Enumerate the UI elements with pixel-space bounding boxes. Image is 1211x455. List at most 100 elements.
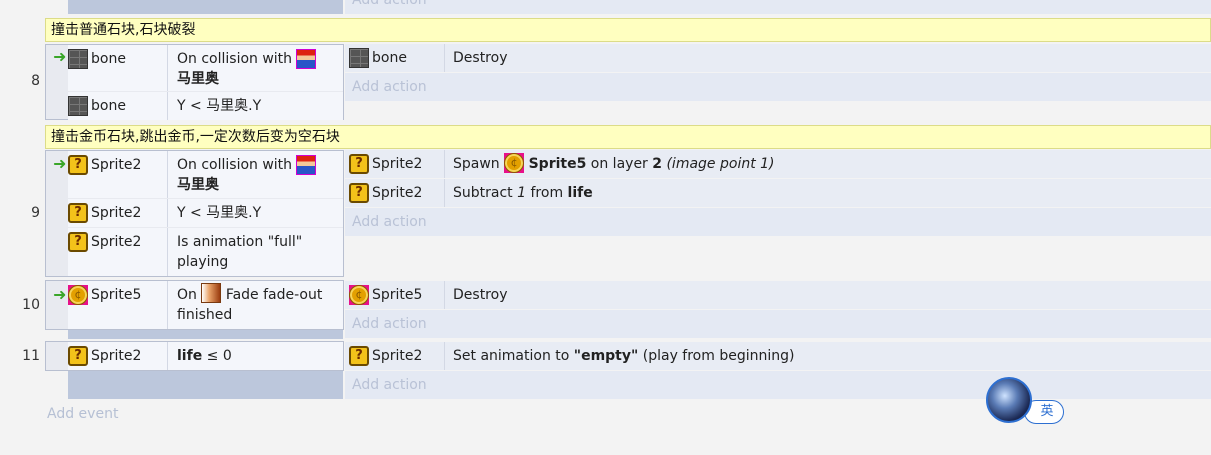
add-action-11[interactable]: Add action <box>345 371 1211 399</box>
condition-text: Is animation "full" playing <box>177 234 303 270</box>
on-label: On <box>177 287 197 303</box>
condition-label: On collision with <box>177 51 293 67</box>
add-action-label: Add action <box>352 79 427 95</box>
question-block-icon: ? <box>68 203 88 223</box>
add-action-8[interactable]: Add action <box>345 73 1211 101</box>
condition-object[interactable]: ? Sprite2 <box>68 228 168 276</box>
action-object[interactable]: ? Sprite2 <box>345 150 445 178</box>
condition-object[interactable]: bone <box>68 92 168 120</box>
object-name: Sprite2 <box>91 157 142 173</box>
condition-object[interactable]: ? Sprite2 <box>68 342 168 370</box>
trigger-arrow-icon: ➜ <box>53 285 67 304</box>
action-text: Subtract 1 from life <box>453 179 593 207</box>
add-action-label: Add action <box>352 316 427 332</box>
action-text: Set animation to "empty" (play from begi… <box>453 342 794 370</box>
action-object[interactable]: ? Sprite2 <box>345 179 445 207</box>
action-text: Destroy <box>453 287 508 303</box>
question-block-icon: ? <box>68 155 88 175</box>
coin-sprite-icon: ¢ <box>68 285 88 305</box>
object-name: Sprite2 <box>91 348 142 364</box>
condition-label: Fade fade-out finished <box>177 287 323 323</box>
from-label: from <box>530 185 564 201</box>
object-name: bone <box>372 50 407 66</box>
condition-object[interactable]: bone <box>68 45 168 91</box>
event-gutter <box>68 371 343 399</box>
object-name: Sprite2 <box>372 156 423 172</box>
object-name: Sprite2 <box>91 234 142 250</box>
action-suffix: (play from beginning) <box>642 348 795 364</box>
add-action-9[interactable]: Add action <box>345 208 1211 236</box>
action-row[interactable]: ¢ Sprite5 Destroy <box>345 281 1211 310</box>
condition-object[interactable]: ? Sprite2 <box>68 151 168 198</box>
object-name: bone <box>91 51 126 67</box>
action-object[interactable]: ? Sprite2 <box>345 342 445 370</box>
question-block-icon: ? <box>349 154 369 174</box>
object-name: Sprite5 <box>372 287 423 303</box>
event-number-8: 8 <box>31 73 40 89</box>
subtract-amount: 1 <box>517 185 527 201</box>
action-row[interactable]: ? Sprite2 Set animation to "empty" (play… <box>345 342 1211 371</box>
condition-object[interactable]: ¢ Sprite5 <box>68 281 168 329</box>
condition-text: Y < 马里奥.Y <box>177 98 262 114</box>
bone-sprite-icon <box>349 48 369 68</box>
on-layer-label: on layer <box>590 156 648 172</box>
question-block-icon: ? <box>349 346 369 366</box>
object-name: Sprite2 <box>372 185 423 201</box>
spawn-object: Sprite5 <box>528 156 587 172</box>
condition-text: On Fade fade-out finished <box>177 281 337 325</box>
condition-row[interactable]: ? Sprite2 life ≤ 0 <box>68 342 343 370</box>
layer-number: 2 <box>652 156 663 172</box>
add-action-prev[interactable]: Add action <box>345 0 1211 14</box>
condition-row[interactable]: ¢ Sprite5 On Fade fade-out finished <box>68 281 343 329</box>
event-number-10: 10 <box>22 297 40 313</box>
object-name: Sprite2 <box>372 348 423 364</box>
condition-row[interactable]: ? Sprite2 On collision with 马里奥 <box>68 151 343 198</box>
bone-sprite-icon <box>68 49 88 69</box>
mario-sprite-icon <box>296 155 316 175</box>
action-row[interactable]: bone Destroy <box>345 44 1211 73</box>
action-object[interactable]: bone <box>345 44 445 72</box>
action-verb: Subtract <box>453 185 513 201</box>
comparison: ≤ 0 <box>206 348 232 364</box>
condition-target: 马里奥 <box>177 71 219 87</box>
object-name: Sprite2 <box>91 205 142 221</box>
variable-name: life <box>177 348 203 364</box>
action-text: Destroy <box>453 50 508 66</box>
question-block-icon: ? <box>349 183 369 203</box>
action-object[interactable]: ¢ Sprite5 <box>345 281 445 309</box>
object-name: Sprite5 <box>91 287 142 303</box>
question-block-icon: ? <box>68 232 88 252</box>
user-avatar[interactable] <box>986 377 1032 423</box>
coin-sprite-icon: ¢ <box>349 285 369 305</box>
action-text: Spawn ¢ Sprite5 on layer 2 (image point … <box>453 150 775 178</box>
event-number-9: 9 <box>31 205 40 221</box>
condition-row[interactable]: bone On collision with 马里奥 <box>68 45 343 91</box>
condition-row[interactable]: ? Sprite2 Is animation "full" playing <box>68 228 343 276</box>
add-action-10[interactable]: Add action <box>345 310 1211 338</box>
question-block-icon: ? <box>68 346 88 366</box>
condition-object[interactable]: ? Sprite2 <box>68 199 168 227</box>
trigger-arrow-icon: ➜ <box>53 154 67 173</box>
mario-sprite-icon <box>296 49 316 69</box>
action-verb: Set animation to <box>453 348 570 364</box>
event-comment-8[interactable]: 撞击普通石块,石块破裂 <box>45 18 1211 42</box>
condition-text: On collision with 马里奥 <box>177 45 337 89</box>
action-verb: Spawn <box>453 156 500 172</box>
prev-event-gutter <box>68 0 343 14</box>
condition-target: 马里奥 <box>177 177 219 193</box>
condition-text: On collision with 马里奥 <box>177 151 337 195</box>
condition-row[interactable]: bone Y < 马里奥.Y <box>68 92 343 120</box>
action-row[interactable]: ? Sprite2 Spawn ¢ Sprite5 on layer 2 (im… <box>345 150 1211 179</box>
image-point: (image point 1) <box>666 156 775 172</box>
event-number-11: 11 <box>22 348 40 364</box>
animation-name: "empty" <box>573 348 639 364</box>
event-comment-9[interactable]: 撞击金币石块,跳出金币,一定次数后变为空石块 <box>45 125 1211 149</box>
add-action-label: Add action <box>352 377 427 393</box>
trigger-arrow-icon: ➜ <box>53 47 67 66</box>
add-event-link[interactable]: Add event <box>47 406 118 422</box>
add-action-label: Add action <box>352 214 427 230</box>
condition-row[interactable]: ? Sprite2 Y < 马里奥.Y <box>68 199 343 227</box>
action-row[interactable]: ? Sprite2 Subtract 1 from life <box>345 179 1211 208</box>
bone-sprite-icon <box>68 96 88 116</box>
add-action-label: Add action <box>352 0 427 8</box>
